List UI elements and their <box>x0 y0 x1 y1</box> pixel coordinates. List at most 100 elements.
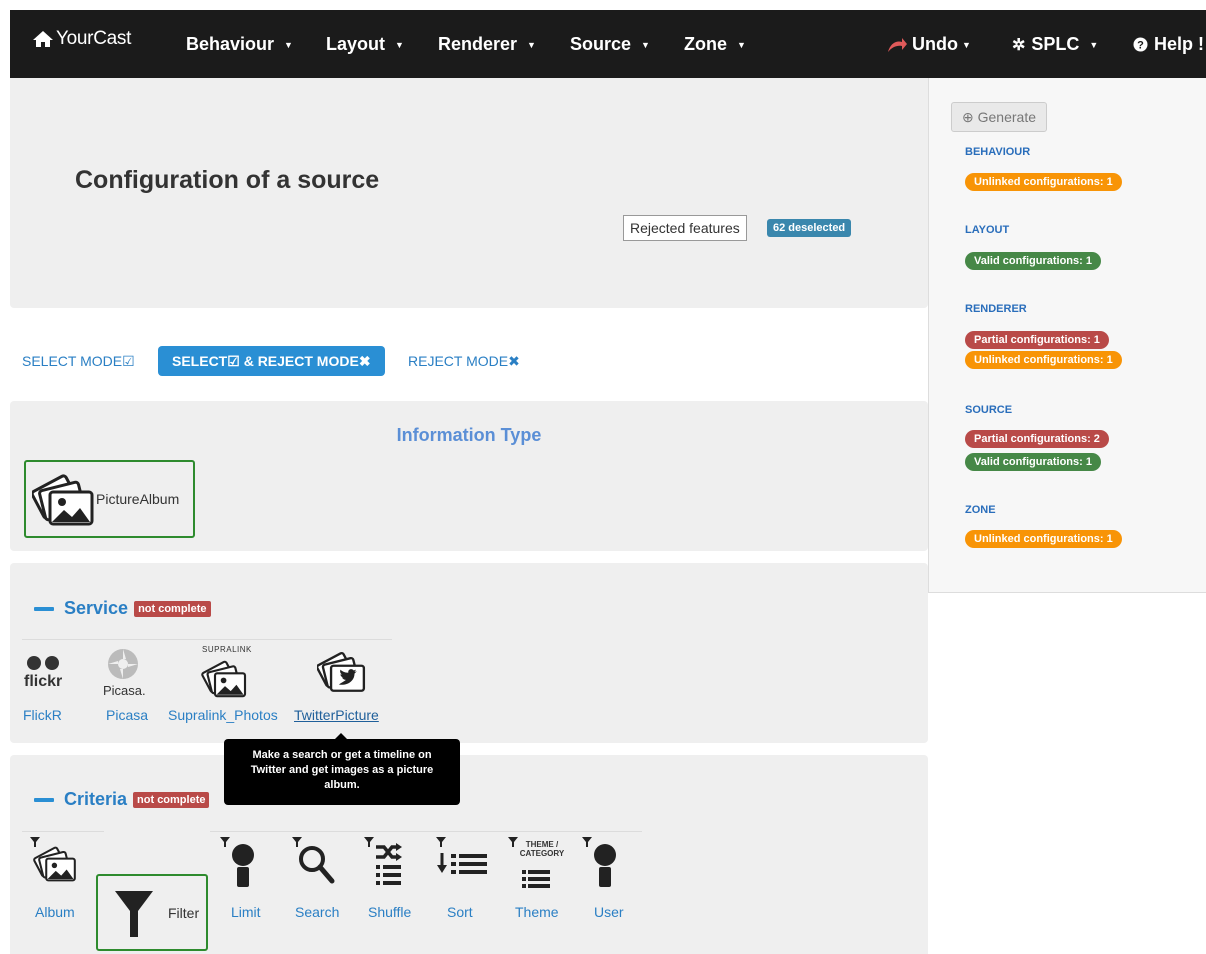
rejected-features-button[interactable]: Rejected features <box>623 215 747 241</box>
top-navbar: YourCast Behaviour ▼ Layout ▼ Renderer ▼ So… <box>10 10 1206 78</box>
reject-mode-label: REJECT MODE <box>408 353 509 369</box>
menu-label: Layout <box>326 34 386 54</box>
feature-label: TwitterPicture <box>294 707 379 723</box>
feature-label: Album <box>35 904 75 920</box>
select-reject-suffix: & REJECT MODE <box>243 353 359 369</box>
feature-label: Sort <box>447 904 473 920</box>
cross-icon: ✖ <box>358 353 371 369</box>
flickr-logo-text: flickr <box>24 673 63 690</box>
picasa-logo-text: Picasa. <box>103 683 146 698</box>
menu-zone[interactable]: Zone ▼ <box>684 34 746 55</box>
reject-mode-link[interactable]: REJECT MODE✖ <box>408 346 520 376</box>
service-section-header[interactable]: Service not complete <box>34 598 211 619</box>
filter-user-icon <box>582 837 616 887</box>
status-badge: Valid configurations: 1 <box>965 453 1101 471</box>
information-type-title: Information Type <box>396 425 542 445</box>
caret-down-icon: ▼ <box>284 39 293 50</box>
checkbox-icon: ☑ <box>122 353 135 369</box>
undo-icon <box>888 37 907 52</box>
collapse-icon <box>34 797 54 802</box>
feature-label: Shuffle <box>368 904 412 920</box>
criteria-section-header[interactable]: Criteria not complete <box>34 789 210 810</box>
menu-label: Source <box>570 34 632 54</box>
sidebar-heading-behaviour[interactable]: BEHAVIOUR <box>965 146 1030 158</box>
sidebar-heading-zone[interactable]: ZONE <box>965 504 996 516</box>
theme-category-text: THEME / CATEGORY <box>519 840 565 858</box>
question-icon: ? <box>1133 37 1148 52</box>
menu-label: Zone <box>684 34 727 54</box>
undo-label: Undo <box>912 34 958 54</box>
status-badge: Partial configurations: 1 <box>965 331 1109 349</box>
picture-album-icon <box>201 660 247 698</box>
svg-text:?: ? <box>1137 40 1144 52</box>
brand-link[interactable]: YourCast <box>32 28 131 50</box>
service-panel: Service not complete flickr FlickR Picas… <box>10 563 928 743</box>
select-mode-label: SELECT MODE <box>22 353 123 369</box>
home-icon <box>33 31 53 47</box>
status-badge: Unlinked configurations: 1 <box>965 530 1122 548</box>
status-badge: Partial configurations: 2 <box>965 430 1109 448</box>
sidebar-heading-source[interactable]: SOURCE <box>965 404 1012 416</box>
filter-user-icon <box>220 837 254 887</box>
caret-down-icon: ▼ <box>1089 39 1099 50</box>
service-title: Service <box>64 598 129 618</box>
select-reject-mode-button[interactable]: SELECT☑ & REJECT MODE✖ <box>158 346 385 376</box>
gear-icon: ✲ <box>1012 36 1026 54</box>
help-menu[interactable]: ? Help ! <box>1133 34 1204 55</box>
feature-label: PictureAlbum <box>96 491 180 507</box>
status-badge: Valid configurations: 1 <box>965 252 1101 270</box>
menu-renderer[interactable]: Renderer ▼ <box>438 34 536 55</box>
checkbox-icon: ☑ <box>227 353 240 369</box>
feature-label: Theme <box>515 904 559 920</box>
feature-picturealbum[interactable]: PictureAlbum <box>24 460 195 538</box>
divider <box>22 831 104 832</box>
picasa-icon <box>108 649 138 679</box>
feature-label: FlickR <box>23 707 62 723</box>
undo-menu[interactable]: Undo ▼ <box>886 34 971 55</box>
generate-label: Generate <box>977 109 1036 125</box>
funnel-icon <box>115 891 153 937</box>
feature-label: Supralink_Photos <box>168 707 278 723</box>
feature-label: Picasa <box>106 707 149 723</box>
select-mode-link[interactable]: SELECT MODE☑ <box>22 346 135 376</box>
status-badge: Unlinked configurations: 1 <box>965 351 1122 369</box>
menu-behaviour[interactable]: Behaviour ▼ <box>186 34 293 55</box>
cross-icon: ✖ <box>508 353 520 369</box>
caret-down-icon: ▼ <box>527 39 536 50</box>
feature-label: Filter <box>168 905 200 921</box>
sidebar-heading-layout[interactable]: LAYOUT <box>965 224 1009 236</box>
filter-shuffle-icon <box>364 837 402 885</box>
filter-sort-icon <box>436 837 487 874</box>
status-badge: Unlinked configurations: 1 <box>965 173 1122 191</box>
caret-down-icon: ▼ <box>737 39 746 50</box>
feature-label: Limit <box>231 904 261 920</box>
menu-source[interactable]: Source ▼ <box>570 34 650 55</box>
caret-down-icon: ▼ <box>961 39 971 50</box>
filter-magnifier-icon <box>292 837 335 884</box>
divider <box>22 639 392 640</box>
download-icon: ⊕ <box>962 109 974 125</box>
feature-label: Search <box>295 904 340 920</box>
page-title: Configuration of a source <box>75 166 380 194</box>
twitter-picture-icon <box>317 651 366 692</box>
not-complete-badge: not complete <box>133 791 210 808</box>
menu-layout[interactable]: Layout ▼ <box>326 34 404 55</box>
feature-label: User <box>594 904 624 920</box>
header-panel: Configuration of a source Rejected featu… <box>10 78 928 308</box>
select-reject-label: SELECT <box>172 353 228 369</box>
criteria-filter[interactable]: Filter <box>96 874 208 951</box>
caret-down-icon: ▼ <box>641 39 650 50</box>
criteria-title: Criteria <box>64 789 128 809</box>
generate-button[interactable]: ⊕ Generate <box>951 102 1047 132</box>
configuration-sidebar: ⊕ Generate BEHAVIOUR Unlinked configurat… <box>928 78 1206 593</box>
splc-menu[interactable]: ✲ SPLC ▼ <box>1012 34 1098 55</box>
menu-label: Renderer <box>438 34 518 54</box>
sidebar-heading-renderer[interactable]: RENDERER <box>965 303 1027 315</box>
collapse-icon <box>34 606 54 611</box>
picture-album-icon <box>32 474 94 526</box>
filter-album-icon <box>30 837 76 882</box>
supralink-logo-text: SUPRALINK <box>202 645 252 654</box>
brand-name: YourCast <box>56 28 132 49</box>
help-label: Help ! <box>1154 34 1205 54</box>
divider <box>210 831 642 832</box>
